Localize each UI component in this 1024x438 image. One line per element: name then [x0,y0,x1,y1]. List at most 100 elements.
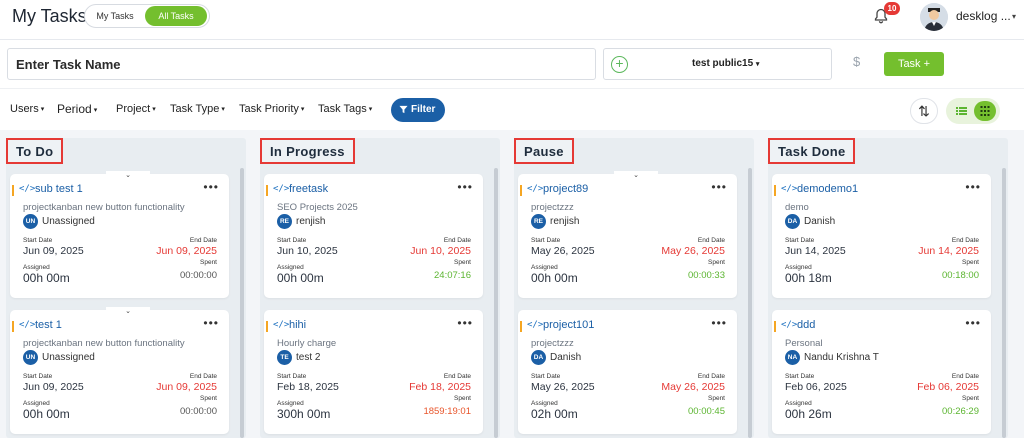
start-date-label: Start Date [23,237,53,244]
chevron-down-icon[interactable]: ▾ [1012,12,1016,21]
assigned-label: Assigned [785,400,812,407]
page-title: My Tasks [12,6,87,26]
task-name[interactable]: ddd [797,319,815,331]
period-filter[interactable]: Period ▾ [57,102,97,116]
spent-time-value: 00:18:00 [942,270,979,281]
assigned-label: Assigned [785,264,812,271]
assigned-time-value: 00h 00m [531,271,578,285]
task-card[interactable]: </> project89 ••• projectzzz RE renjish Start … [518,171,737,298]
more-options-icon[interactable]: ••• [457,316,473,330]
task-name-input[interactable] [7,48,596,80]
start-date-value: Jun 09, 2025 [23,381,84,393]
filter-button[interactable]: Filter [391,98,445,122]
task-card[interactable]: </> demodemo1 ••• demo DA Danish Start Date End… [772,174,991,298]
project-name: projectzzz [531,338,574,349]
assignee-name: Unassigned [42,352,95,363]
column-title: Task Done [768,138,856,164]
end-date-value: Feb 18, 2025 [409,381,471,393]
task-tags-filter[interactable]: Task Tags ▾ [318,103,372,115]
spent-label: Spent [708,395,725,402]
all-tasks-toggle[interactable]: All Tasks [145,6,207,26]
task-name[interactable]: freetask [289,183,328,195]
start-date-value: May 26, 2025 [531,245,595,257]
assignee-name: Danish [804,216,836,227]
end-date-label: End Date [951,373,979,380]
spent-label: Spent [200,395,217,402]
code-icon: </> [19,320,36,330]
task-card[interactable]: </> freetask ••• SEO Projects 2025 RE renjish… [264,174,483,298]
priority-marker [774,185,776,196]
start-date-label: Start Date [531,373,561,380]
task-name[interactable]: test 1 [35,319,62,331]
users-filter[interactable]: Users ▾ [10,103,44,115]
project-name: demo [785,202,809,213]
user-avatar[interactable] [920,3,948,31]
task-scope-toggle[interactable]: My Tasks All Tasks [84,4,210,28]
assigned-time-value: 00h 18m [785,271,832,285]
spent-time-value: 00:00:00 [180,270,217,281]
task-card[interactable]: </> ddd ••• Personal NA Nandu Krishna T Start … [772,310,991,434]
more-options-icon[interactable]: ••• [711,316,727,330]
end-date-label: End Date [189,237,217,244]
task-priority-filter[interactable]: Task Priority ▾ [239,103,304,115]
more-options-icon[interactable]: ••• [203,180,219,194]
task-name[interactable]: demodemo1 [797,183,858,195]
end-date-value: Jun 09, 2025 [156,245,217,257]
list-view-icon[interactable] [950,101,972,121]
task-name[interactable]: project89 [543,183,588,195]
code-icon: </> [19,184,36,194]
project-name: Personal [785,338,823,349]
assigned-label: Assigned [23,400,50,407]
more-options-icon[interactable]: ••• [965,316,981,330]
chevron-down-icon[interactable]: ⌄ [106,171,150,183]
start-date-label: Start Date [785,237,815,244]
spent-label: Spent [200,259,217,266]
task-name[interactable]: sub test 1 [35,183,83,195]
start-date-label: Start Date [785,373,815,380]
end-date-label: End Date [951,237,979,244]
column-scrollbar[interactable] [494,168,498,438]
add-project-icon[interactable]: + [611,56,628,73]
code-icon: </> [527,184,544,194]
task-name[interactable]: hihi [289,319,306,331]
task-card[interactable]: </> test 1 ••• projectkanban new button fun… [10,307,229,434]
code-icon: </> [781,184,798,194]
chevron-down-icon[interactable]: ⌄ [106,307,150,319]
top-header: My Tasks My Tasks All Tasks 10 desklog .… [0,0,1024,40]
my-tasks-toggle[interactable]: My Tasks [87,6,143,26]
column-scrollbar[interactable] [1002,168,1006,438]
start-date-value: Feb 06, 2025 [785,381,847,393]
project-name: projectkanban new button functionality [23,202,185,213]
project-filter[interactable]: Project ▾ [116,103,156,115]
column-scrollbar[interactable] [748,168,752,438]
username[interactable]: desklog ... [956,9,1011,23]
view-toggle[interactable] [946,98,1000,124]
more-options-icon[interactable]: ••• [457,180,473,194]
priority-marker [12,185,14,196]
priority-marker [520,185,522,196]
task-card[interactable]: </> project101 ••• projectzzz DA Danish Start … [518,310,737,434]
assignee-name: Danish [550,352,582,363]
spent-label: Spent [708,259,725,266]
billable-icon[interactable]: $ [853,54,860,69]
end-date-label: End Date [697,237,725,244]
project-name: SEO Projects 2025 [277,202,358,213]
kanban-column: Pause </> project89 ••• projectzzz RE renjish S… [514,138,754,438]
add-task-button[interactable]: Task + [884,52,944,76]
assigned-label: Assigned [277,264,304,271]
task-type-filter[interactable]: Task Type ▾ [170,103,225,115]
sort-icon[interactable]: ⇅ [910,98,938,124]
more-options-icon[interactable]: ••• [711,180,727,194]
project-selector[interactable]: + test public15 ▾ [603,48,832,80]
funnel-icon [399,105,408,114]
kanban-view-icon[interactable] [974,101,996,121]
more-options-icon[interactable]: ••• [203,316,219,330]
task-name[interactable]: project101 [543,319,594,331]
chevron-down-icon[interactable]: ⌄ [614,171,658,183]
task-card[interactable]: </> hihi ••• Hourly charge TE test 2 Start Dat… [264,310,483,434]
column-scrollbar[interactable] [240,168,244,438]
more-options-icon[interactable]: ••• [965,180,981,194]
kanban-column: Task Done </> demodemo1 ••• demo DA Danish Star… [768,138,1008,438]
assigned-time-value: 02h 00m [531,407,578,421]
task-card[interactable]: </> sub test 1 ••• projectkanban new button… [10,171,229,298]
